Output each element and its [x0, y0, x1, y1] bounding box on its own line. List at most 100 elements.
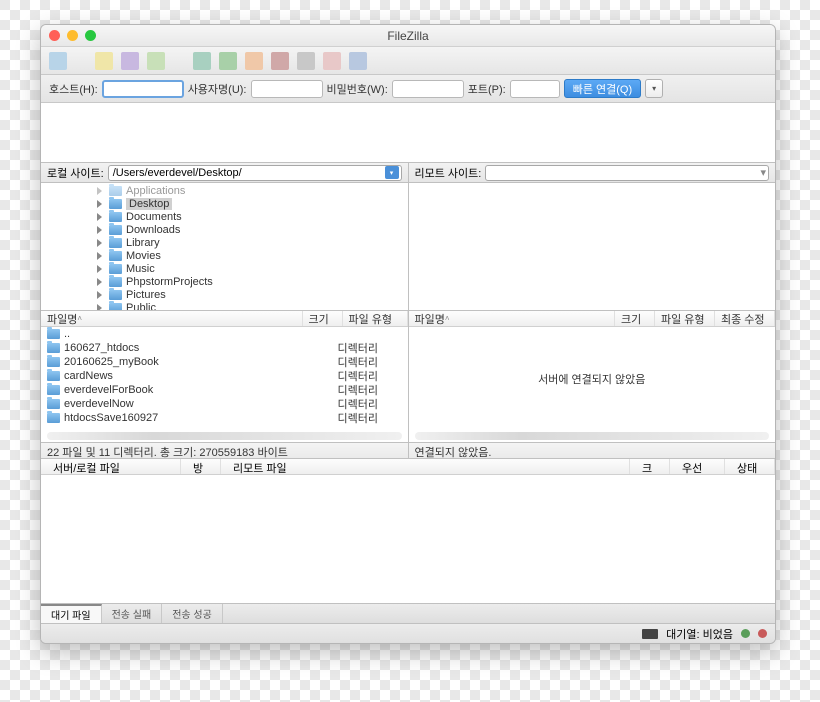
disclosure-icon[interactable]: [97, 187, 102, 195]
folder-icon: [47, 329, 60, 339]
tree-item[interactable]: PhpstormProjects: [41, 275, 408, 288]
local-site-label: 로컬 사이트:: [47, 165, 104, 181]
tree-item-label: Pictures: [126, 289, 166, 301]
port-label: 포트(P):: [468, 81, 506, 97]
tree-item-label: Public: [126, 302, 156, 311]
file-name: everdevelForBook: [64, 384, 153, 396]
toggle-tree-icon[interactable]: [121, 52, 139, 70]
remote-status: 연결되지 않았음.: [409, 443, 776, 458]
refresh-icon[interactable]: [193, 52, 211, 70]
disconnect-icon[interactable]: [271, 52, 289, 70]
queue-pane[interactable]: [41, 475, 775, 603]
folder-icon: [109, 264, 122, 274]
file-row: 파일명 크기 파일 유형 ..160627_htdocs디렉터리20160625…: [41, 311, 775, 443]
qh-priority[interactable]: 우선 순위: [670, 459, 725, 474]
tree-item[interactable]: Downloads: [41, 223, 408, 236]
folder-icon: [109, 186, 122, 196]
user-label: 사용자명(U):: [188, 81, 247, 97]
file-row[interactable]: 20160625_myBook디렉터리: [41, 355, 408, 369]
folder-icon: [109, 251, 122, 261]
disclosure-icon[interactable]: [97, 213, 102, 221]
tree-item[interactable]: Pictures: [41, 288, 408, 301]
disclosure-icon[interactable]: [97, 200, 102, 208]
folder-icon: [47, 413, 60, 423]
no-connection-message: 서버에 연결되지 않았음: [409, 327, 776, 430]
file-row[interactable]: cardNews디렉터리: [41, 369, 408, 383]
tab-failed[interactable]: 전송 실패: [102, 604, 163, 623]
qh-server[interactable]: 서버/로컬 파일: [41, 459, 181, 474]
remote-path-combo[interactable]: ▾: [485, 165, 769, 181]
tree-item[interactable]: Documents: [41, 210, 408, 223]
chevron-down-icon[interactable]: ▾: [385, 166, 399, 179]
tree-item-label: Downloads: [126, 224, 180, 236]
quickconnect-dropdown[interactable]: [645, 79, 663, 98]
scrollbar[interactable]: [47, 432, 402, 440]
remote-tree[interactable]: [409, 183, 776, 310]
toggle-queue-icon[interactable]: [147, 52, 165, 70]
disclosure-icon[interactable]: [97, 252, 102, 260]
disclosure-icon[interactable]: [97, 226, 102, 234]
file-name: htdocsSave160927: [64, 412, 158, 424]
toggle-log-icon[interactable]: [95, 52, 113, 70]
disclosure-icon[interactable]: [97, 239, 102, 247]
tree-item[interactable]: Public: [41, 301, 408, 310]
disclosure-icon[interactable]: [97, 278, 102, 286]
file-row[interactable]: htdocsSave160927디렉터리: [41, 411, 408, 425]
reconnect-icon[interactable]: [297, 52, 315, 70]
local-path-value: /Users/everdevel/Desktop/: [113, 167, 242, 179]
port-input[interactable]: [510, 80, 560, 98]
tree-item[interactable]: Movies: [41, 249, 408, 262]
folder-icon: [109, 238, 122, 248]
file-row[interactable]: 160627_htdocs디렉터리: [41, 341, 408, 355]
disclosure-icon[interactable]: [97, 265, 102, 273]
col-type[interactable]: 파일 유형: [343, 311, 408, 326]
cancel-icon[interactable]: [245, 52, 263, 70]
file-name: 160627_htdocs: [64, 342, 139, 354]
disclosure-icon[interactable]: [97, 291, 102, 299]
tree-item[interactable]: Applications: [41, 184, 408, 197]
file-row[interactable]: everdevelForBook디렉터리: [41, 383, 408, 397]
col-name-r[interactable]: 파일명: [409, 311, 616, 326]
status-bar: 22 파일 및 11 디렉터리. 총 크기: 270559183 바이트 연결되…: [41, 443, 775, 459]
col-mod-r[interactable]: 최종 수정: [715, 311, 775, 326]
window-title: FileZilla: [41, 29, 775, 43]
qh-direction[interactable]: 방향: [181, 459, 221, 474]
col-name[interactable]: 파일명: [41, 311, 303, 326]
qh-remote[interactable]: 리모트 파일: [221, 459, 630, 474]
queue-header: 서버/로컬 파일 방향 리모트 파일 크기 우선 순위 상태: [41, 459, 775, 475]
filter-icon[interactable]: [323, 52, 341, 70]
tree-item-label: Library: [126, 237, 160, 249]
tab-queue[interactable]: 대기 파일: [41, 604, 102, 623]
tree-item-label: Movies: [126, 250, 161, 262]
col-size[interactable]: 크기: [303, 311, 343, 326]
file-row[interactable]: everdevelNow디렉터리: [41, 397, 408, 411]
message-log[interactable]: [41, 103, 775, 163]
file-row[interactable]: ..: [41, 327, 408, 341]
host-input[interactable]: [102, 80, 184, 98]
pass-input[interactable]: [392, 80, 464, 98]
local-file-list[interactable]: ..160627_htdocs디렉터리20160625_myBook디렉터리ca…: [41, 327, 408, 430]
process-queue-icon[interactable]: [219, 52, 237, 70]
folder-icon: [47, 357, 60, 367]
disclosure-icon[interactable]: [97, 304, 102, 311]
qh-size[interactable]: 크기: [630, 459, 670, 474]
search-icon[interactable]: [349, 52, 367, 70]
local-tree[interactable]: ApplicationsDesktopDocumentsDownloadsLib…: [41, 183, 409, 310]
file-name: cardNews: [64, 370, 113, 382]
quickconnect-button[interactable]: 빠른 연결(Q): [564, 79, 641, 98]
qh-status[interactable]: 상태: [725, 459, 775, 474]
col-type-r[interactable]: 파일 유형: [655, 311, 715, 326]
tree-item-label: Applications: [126, 185, 185, 197]
quickconnect-bar: 호스트(H): 사용자명(U): 비밀번호(W): 포트(P): 빠른 연결(Q…: [41, 75, 775, 103]
tree-item[interactable]: Library: [41, 236, 408, 249]
tree-item[interactable]: Music: [41, 262, 408, 275]
local-path-combo[interactable]: /Users/everdevel/Desktop/ ▾: [108, 165, 402, 181]
tab-success[interactable]: 전송 성공: [162, 604, 223, 623]
tree-item-label: Desktop: [126, 198, 172, 210]
col-size-r[interactable]: 크기: [615, 311, 655, 326]
tree-item[interactable]: Desktop: [41, 197, 408, 210]
scrollbar[interactable]: [415, 432, 770, 440]
site-manager-icon[interactable]: [49, 52, 67, 70]
user-input[interactable]: [251, 80, 323, 98]
file-name: everdevelNow: [64, 398, 134, 410]
